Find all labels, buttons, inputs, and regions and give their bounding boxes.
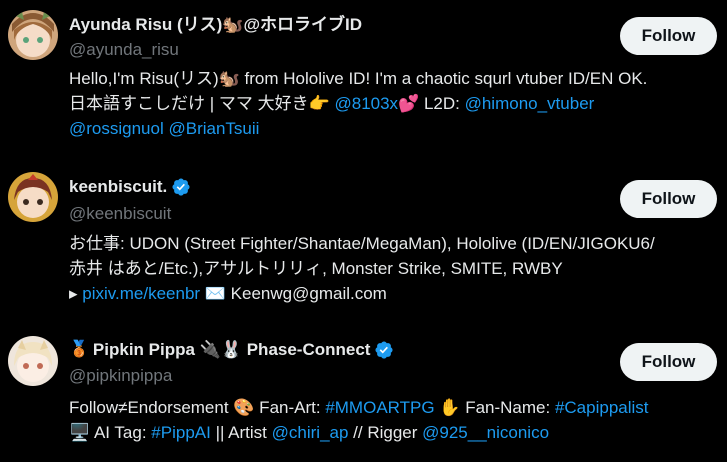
bio-text: || Artist [210, 423, 272, 442]
url-link[interactable]: pixiv.me/keenbr [82, 284, 200, 303]
bio-line: お仕事: UDON (Street Fighter/Shantae/MegaMa… [69, 231, 719, 256]
bio: Hello,I'm Risu(リス)🐿️ from Hololive ID! I… [69, 66, 719, 141]
bio-text: ✉️ Keenwg@gmail.com [200, 284, 387, 303]
bio-text: ▸ [69, 284, 83, 303]
handle[interactable]: @pipkinpippa [69, 366, 172, 386]
display-name[interactable]: 🥉 Pipkin Pippa 🔌🐰 Phase-Connect [69, 338, 394, 362]
verified-badge-icon [375, 341, 394, 359]
hashtag-link[interactable]: #Capippalist [555, 398, 649, 417]
mention-link[interactable]: @chiri_ap [272, 423, 349, 442]
avatar[interactable] [8, 10, 58, 60]
bio-line: Hello,I'm Risu(リス)🐿️ from Hololive ID! I… [69, 66, 719, 91]
avatar[interactable] [8, 336, 58, 386]
bio-text: 💕 L2D: [398, 94, 465, 113]
hashtag-link[interactable]: #MMOARTPG [325, 398, 434, 417]
verified-badge-icon [172, 178, 190, 196]
bio-line: Follow≠Endorsement 🎨 Fan-Art: #MMOARTPG … [69, 395, 719, 420]
bio-text: 🖥️ AI Tag: [69, 423, 152, 442]
follow-button[interactable]: Follow [620, 17, 717, 55]
user-cell-ayunda-risu[interactable]: Ayunda Risu (リス)🐿️@ホロライブID @ayunda_risu … [0, 0, 727, 160]
mention-link[interactable]: @rossignuol [69, 119, 164, 138]
bio: Follow≠Endorsement 🎨 Fan-Art: #MMOARTPG … [69, 395, 719, 445]
mention-link[interactable]: @himono_vtuber [465, 94, 595, 113]
display-name[interactable]: Ayunda Risu (リス)🐿️@ホロライブID [69, 10, 362, 34]
bio: お仕事: UDON (Street Fighter/Shantae/MegaMa… [69, 231, 719, 306]
bio-line: ▸ pixiv.me/keenbr ✉️ Keenwg@gmail.com [69, 281, 719, 306]
bio-text: // Rigger [348, 423, 423, 442]
mention-link[interactable]: @BrianTsuii [168, 119, 259, 138]
medal-icon: 🥉 [69, 341, 89, 358]
bio-text: お仕事: UDON (Street Fighter/Shantae/MegaMa… [69, 234, 655, 253]
handle[interactable]: @ayunda_risu [69, 40, 179, 60]
display-name-text: keenbiscuit. [69, 177, 168, 196]
bio-text: 日本語すこしだけ | ママ 大好き👉 [69, 94, 335, 113]
avatar[interactable] [8, 172, 58, 222]
bio-text: 赤井 はあと/Etc.),アサルトリリィ, Monster Strike, SM… [69, 259, 563, 278]
display-name[interactable]: keenbiscuit. [69, 175, 191, 199]
bio-text: Follow≠Endorsement 🎨 Fan-Art: [69, 398, 326, 417]
bio-line: @rossignuol @BrianTsuii [69, 116, 719, 141]
user-cell-pipkin-pippa[interactable]: 🥉 Pipkin Pippa 🔌🐰 Phase-Connect @pipkinp… [0, 320, 727, 462]
bio-text: Hello,I'm Risu(リス)🐿️ from Hololive ID! I… [69, 69, 648, 88]
display-name-text: Ayunda Risu (リス)🐿️@ホロライブID [69, 14, 363, 34]
follow-button[interactable]: Follow [620, 343, 717, 381]
user-list: Ayunda Risu (リス)🐿️@ホロライブID @ayunda_risu … [0, 0, 727, 462]
user-cell-keenbiscuit[interactable]: keenbiscuit. @keenbiscuit Follow お仕事: UD… [0, 160, 727, 320]
hashtag-link[interactable]: #PippAI [151, 423, 211, 442]
bio-text: ✋ Fan-Name: [434, 398, 555, 417]
mention-link[interactable]: @8103x [334, 94, 398, 113]
handle[interactable]: @keenbiscuit [69, 204, 171, 224]
follow-button[interactable]: Follow [620, 180, 717, 218]
mention-link[interactable]: @925__niconico [422, 423, 549, 442]
bio-line: 赤井 はあと/Etc.),アサルトリリィ, Monster Strike, SM… [69, 256, 719, 281]
display-name-text: Pipkin Pippa 🔌🐰 Phase-Connect [92, 340, 371, 359]
bio-line: 🖥️ AI Tag: #PippAI || Artist @chiri_ap /… [69, 420, 719, 445]
bio-line: 日本語すこしだけ | ママ 大好き👉 @8103x💕 L2D: @himono_… [69, 91, 719, 116]
